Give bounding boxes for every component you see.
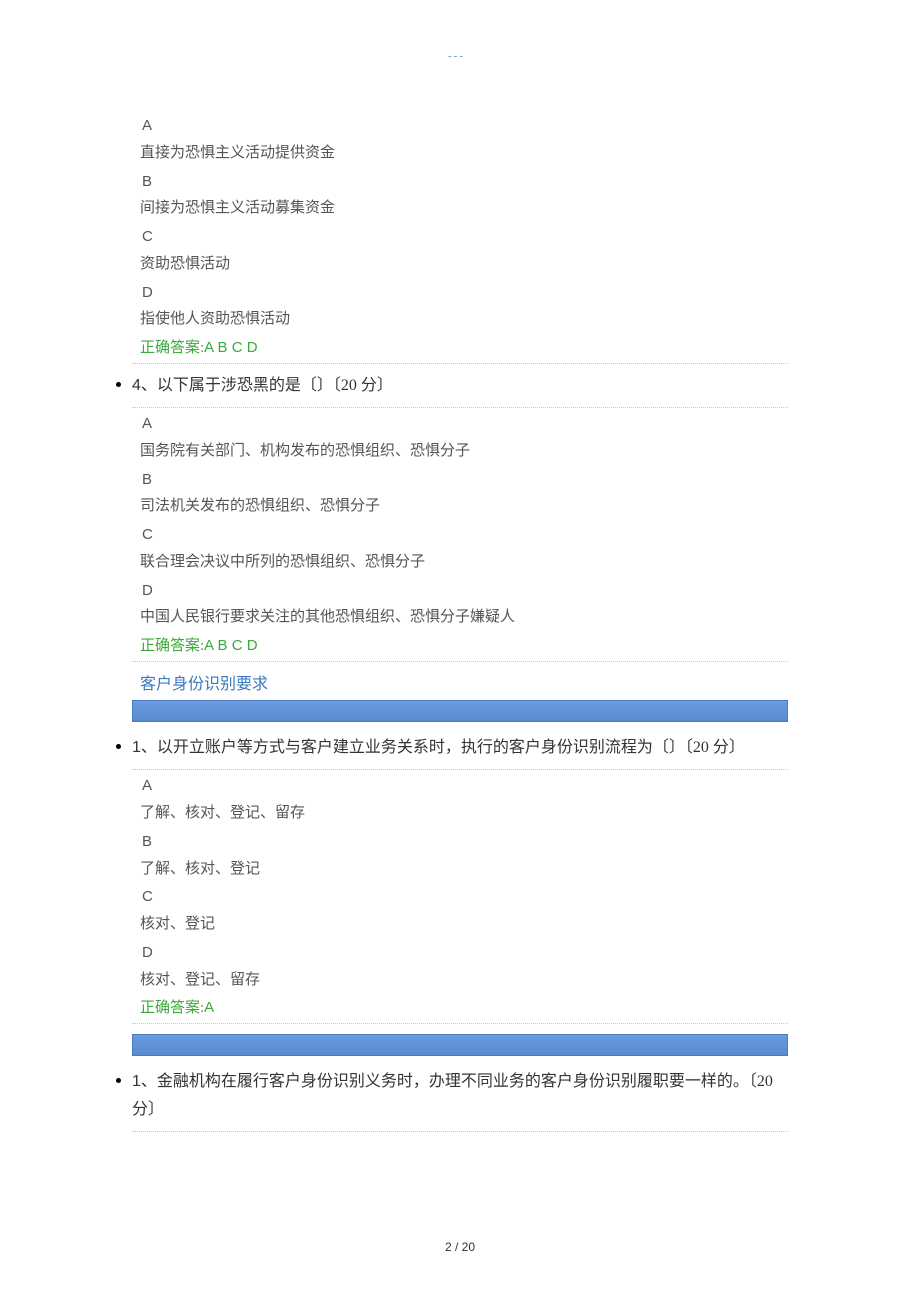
option-letter: D: [140, 939, 788, 967]
option-text: 中国人民银行要求关注的其他恐惧组织、恐惧分子嫌疑人: [140, 604, 788, 632]
option-letter: D: [140, 279, 788, 307]
option-letter: B: [140, 828, 788, 856]
option-letter: C: [140, 223, 788, 251]
divider: [132, 1023, 788, 1024]
q4-text: 4、以下属于涉恐黑的是〔〕〔20 分〕: [132, 372, 393, 399]
question-number: 4、: [132, 377, 157, 394]
s2q2-text: 1、金融机构在履行客户身份识别义务时，办理不同业务的客户身份识别履职要一样的。〔…: [132, 1068, 788, 1122]
s2q1-text: 1、以开立账户等方式与客户建立业务关系时，执行的客户身份识别流程为〔〕〔20 分…: [132, 734, 745, 761]
section-bar: [132, 1034, 788, 1056]
q4-answer: 正确答案:A B C D: [132, 632, 788, 659]
option-letter: C: [140, 883, 788, 911]
option-text: 间接为恐惧主义活动募集资金: [140, 195, 788, 223]
bullet-icon: [116, 1078, 121, 1083]
option-text: 核对、登记、留存: [140, 967, 788, 995]
s2q1-row: 1、以开立账户等方式与客户建立业务关系时，执行的客户身份识别流程为〔〕〔20 分…: [132, 728, 788, 767]
question-stem: 以开立账户等方式与客户建立业务关系时，执行的客户身份识别流程为〔〕〔20 分〕: [157, 739, 745, 756]
s2q2-row: 1、金融机构在履行客户身份识别义务时，办理不同业务的客户身份识别履职要一样的。〔…: [132, 1062, 788, 1128]
option-letter: A: [140, 112, 788, 140]
option-text: 直接为恐惧主义活动提供资金: [140, 140, 788, 168]
option-text: 了解、核对、登记、留存: [140, 800, 788, 828]
divider: [132, 1131, 788, 1132]
s2q1-options: A 了解、核对、登记、留存 B 了解、核对、登记 C 核对、登记 D 核对、登记…: [132, 772, 788, 994]
question-number: 1、: [132, 1073, 157, 1090]
option-text: 国务院有关部门、机构发布的恐惧组织、恐惧分子: [140, 438, 788, 466]
question-stem: 以下属于涉恐黑的是〔〕〔20 分〕: [157, 377, 393, 394]
section2-title: 客户身份识别要求: [132, 664, 788, 698]
page-content: A 直接为恐惧主义活动提供资金 B 间接为恐惧主义活动募集资金 C 资助恐惧活动…: [132, 112, 788, 1134]
divider: [132, 407, 788, 408]
question-stem: 金融机构在履行客户身份识别义务时，办理不同业务的客户身份识别履职要一样的。〔20…: [132, 1073, 773, 1117]
answer-label: 正确答案:: [140, 340, 204, 356]
option-letter: D: [140, 577, 788, 605]
option-text: 指使他人资助恐惧活动: [140, 306, 788, 334]
option-letter: B: [140, 466, 788, 494]
q4-options: A 国务院有关部门、机构发布的恐惧组织、恐惧分子 B 司法机关发布的恐惧组织、恐…: [132, 410, 788, 632]
question-number: 1、: [132, 739, 157, 756]
divider: [132, 661, 788, 662]
option-text: 司法机关发布的恐惧组织、恐惧分子: [140, 493, 788, 521]
divider: [132, 363, 788, 364]
answer-value: A B C D: [204, 637, 257, 654]
page-number: 2 / 20: [0, 1240, 920, 1254]
answer-value: A B C D: [204, 339, 257, 356]
q3-answer: 正确答案:A B C D: [132, 334, 788, 361]
answer-label: 正确答案:: [140, 1000, 204, 1016]
option-text: 核对、登记: [140, 911, 788, 939]
divider: [132, 769, 788, 770]
header-link: ---: [448, 50, 465, 62]
answer-value: A: [204, 999, 214, 1016]
option-text: 了解、核对、登记: [140, 856, 788, 884]
s2q1-answer: 正确答案:A: [132, 994, 788, 1021]
bullet-icon: [116, 382, 121, 387]
option-letter: A: [140, 410, 788, 438]
option-letter: C: [140, 521, 788, 549]
option-text: 联合理会决议中所列的恐惧组织、恐惧分子: [140, 549, 788, 577]
bullet-icon: [116, 744, 121, 749]
section-bar: [132, 700, 788, 722]
q4-row: 4、以下属于涉恐黑的是〔〕〔20 分〕: [132, 366, 788, 405]
option-letter: B: [140, 168, 788, 196]
answer-label: 正确答案:: [140, 638, 204, 654]
option-text: 资助恐惧活动: [140, 251, 788, 279]
q3-options: A 直接为恐惧主义活动提供资金 B 间接为恐惧主义活动募集资金 C 资助恐惧活动…: [132, 112, 788, 334]
option-letter: A: [140, 772, 788, 800]
